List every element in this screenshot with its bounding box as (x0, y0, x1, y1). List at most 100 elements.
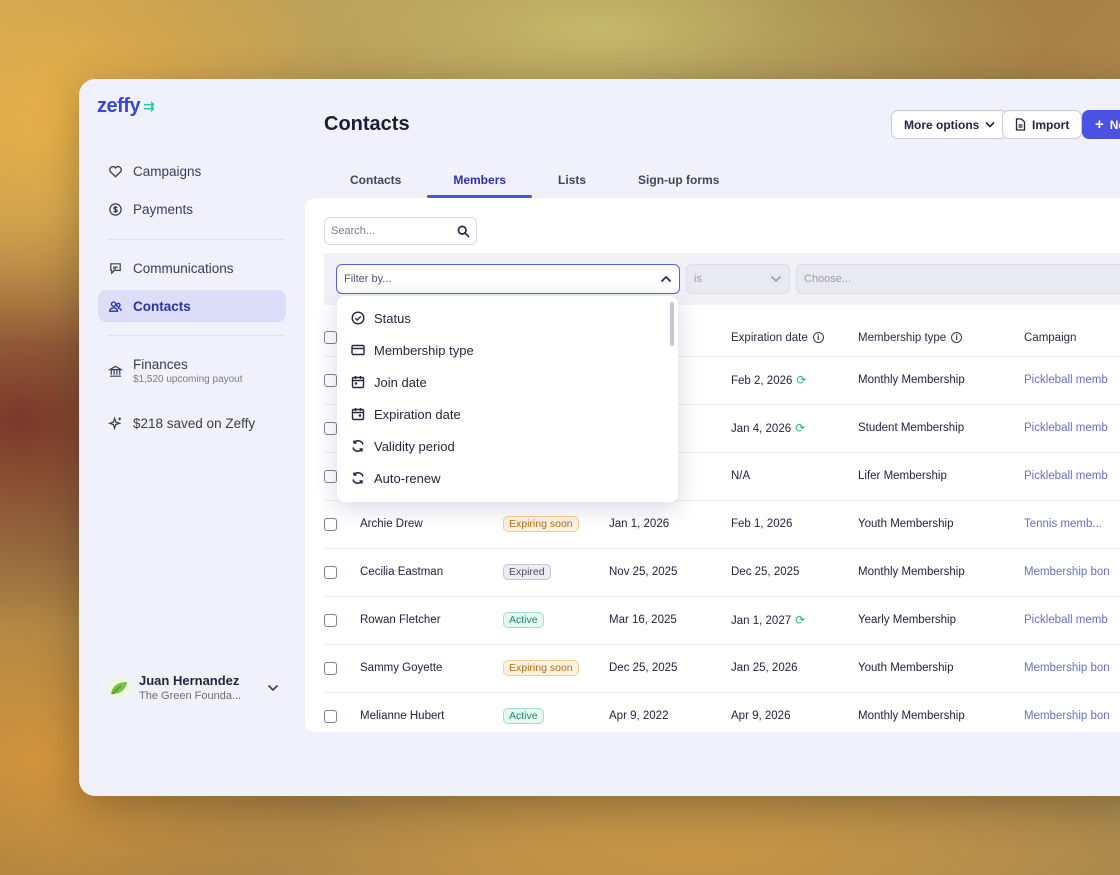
user-menu[interactable]: Juan Hernandez The Green Founda... (107, 673, 279, 702)
member-name[interactable]: Archie Drew (360, 499, 503, 548)
campaign-link[interactable]: Pickleball memb (1024, 422, 1108, 434)
sidebar-item-contacts[interactable]: Contacts (98, 290, 286, 322)
sidebar-divider (108, 239, 284, 240)
table-row[interactable]: Melianne Hubert Active Apr 9, 2022 Apr 9, 2… (324, 691, 1120, 740)
upcoming-payout: $1,520 upcoming payout (133, 374, 243, 385)
expiration-date-text: Jan 25, 2026 (731, 662, 798, 674)
search-icon[interactable] (457, 225, 470, 238)
filter-value-select[interactable]: Choose... (796, 264, 1120, 294)
user-name: Juan Hernandez (139, 673, 240, 688)
membership-type: Youth Membership (858, 499, 1024, 548)
option-label: Auto-renew (374, 470, 441, 486)
info-icon[interactable]: i (951, 332, 963, 344)
campaign-cell: Pickleball memb (1024, 403, 1120, 452)
sidebar-item-communications[interactable]: Communications (98, 252, 286, 284)
tab-sign-up-forms[interactable]: Sign-up forms (612, 161, 745, 198)
row-checkbox[interactable] (324, 469, 337, 483)
table-row[interactable]: Archie Drew Expiring soon Jan 1, 2026 Feb 1… (324, 499, 1120, 548)
dollar-circle-icon (109, 202, 122, 216)
filter-placeholder: Filter by... (344, 273, 392, 285)
campaign-link[interactable]: Tennis memb... (1024, 518, 1102, 530)
filter-operator-select[interactable]: is (686, 264, 790, 294)
sidebar-item-savings[interactable]: $218 saved on Zeffy (98, 407, 286, 439)
sidebar-item-label: Payments (133, 201, 194, 217)
page-title: Contacts (324, 113, 410, 135)
campaign-link[interactable]: Membership bon (1024, 566, 1110, 578)
filter-field-select[interactable]: Filter by... (336, 264, 680, 294)
membership-header[interactable]: Membership type i (858, 320, 1024, 356)
row-checkbox[interactable] (324, 517, 337, 531)
campaign-link[interactable]: Pickleball memb (1024, 374, 1108, 386)
row-checkbox[interactable] (324, 421, 337, 435)
expiration-date-text: N/A (731, 470, 751, 482)
dropdown-scrollbar[interactable] (670, 302, 674, 346)
table-row[interactable]: Cecilia Eastman Expired Nov 25, 2025 Dec 25… (324, 547, 1120, 596)
filter-option-validity-period[interactable]: Validity period (337, 430, 678, 462)
row-checkbox[interactable] (324, 661, 337, 675)
new-button[interactable]: + Ne (1082, 110, 1120, 139)
import-button[interactable]: Import (1002, 110, 1083, 139)
tab-lists[interactable]: Lists (532, 161, 612, 198)
row-checkbox[interactable] (324, 613, 337, 627)
campaign-link[interactable]: Pickleball memb (1024, 614, 1108, 626)
filter-option-membership-type[interactable]: Membership type (337, 334, 678, 366)
campaign-link[interactable]: Membership bon (1024, 662, 1110, 674)
tab-members[interactable]: Members (427, 161, 532, 198)
sidebar-item-label: Contacts (133, 298, 191, 314)
member-name-text: Melianne Hubert (360, 710, 445, 723)
campaign-header[interactable]: Campaign (1024, 320, 1120, 356)
join-date: Mar 16, 2025 (609, 595, 731, 644)
campaign-cell: Tennis memb... (1024, 499, 1120, 548)
search-input[interactable]: Search... (324, 217, 477, 245)
option-label: Status (374, 310, 411, 326)
select-all-checkbox[interactable] (324, 331, 337, 345)
zeffy-logo[interactable]: zeffy ⇉ (97, 95, 155, 118)
join-date-text: Mar 16, 2025 (609, 614, 677, 626)
contacts-icon (108, 300, 122, 312)
table-row[interactable]: Sammy Goyette Expiring soon Dec 25, 2025 Ja… (324, 643, 1120, 692)
expiration-date-text: Apr 9, 2026 (731, 710, 791, 723)
membership-type-text: Student Membership (858, 422, 965, 434)
filter-option-expiration-date[interactable]: Expiration date (337, 398, 678, 430)
filter-option-auto-renew[interactable]: Auto-renew (337, 462, 678, 494)
status-cell: Expiring soon (503, 499, 609, 548)
row-checkbox[interactable] (324, 373, 337, 387)
header-label: Membership type (858, 331, 947, 344)
expiration-header[interactable]: Expiration date i (731, 320, 858, 356)
tab-contacts[interactable]: Contacts (324, 161, 427, 198)
expiration-date: Jan 4, 2026 ⟳ (731, 403, 858, 452)
sidebar-item-finances[interactable]: Finances $1,520 upcoming payout (98, 349, 286, 393)
status-cell: Active (503, 595, 609, 644)
refresh-icon (352, 440, 364, 452)
row-checkbox[interactable] (324, 565, 337, 579)
row-checkbox[interactable] (324, 709, 337, 723)
avatar (107, 675, 131, 700)
more-options-label: More options (904, 117, 980, 132)
status-badge: Expiring soon (503, 660, 579, 676)
table-row[interactable]: Rowan Fletcher Active Mar 16, 2025 Jan 1, 2… (324, 595, 1120, 644)
option-label: Membership type (374, 342, 474, 358)
member-name[interactable]: Melianne Hubert (360, 691, 503, 740)
status-badge: Active (503, 708, 544, 725)
filter-option-status[interactable]: Status (337, 302, 678, 334)
campaign-link[interactable]: Membership bon (1024, 710, 1110, 722)
sidebar-item-campaigns[interactable]: Campaigns (98, 155, 286, 187)
member-name-text: Cecilia Eastman (360, 566, 444, 578)
info-icon[interactable]: i (812, 332, 824, 344)
campaign-link[interactable]: Pickleball memb (1024, 470, 1108, 482)
chevron-down-icon[interactable] (267, 684, 279, 692)
campaign-cell: Pickleball memb (1024, 355, 1120, 404)
campaign-cell: Membership bon (1024, 643, 1120, 692)
value-placeholder: Choose... (804, 273, 852, 285)
sidebar-item-label: Communications (133, 260, 234, 276)
sidebar-item-payments[interactable]: Payments (98, 193, 286, 225)
expiration-date: Dec 25, 2025 (731, 547, 858, 596)
member-name[interactable]: Sammy Goyette (360, 643, 503, 692)
more-options-button[interactable]: More options (891, 110, 1009, 139)
member-name-text: Rowan Fletcher (360, 614, 441, 626)
membership-type-text: Monthly Membership (858, 710, 965, 723)
member-name[interactable]: Rowan Fletcher (360, 595, 503, 644)
member-name[interactable]: Cecilia Eastman (360, 547, 503, 596)
filter-option-join-date[interactable]: Join date (337, 366, 678, 398)
logo-mark-icon: ⇉ (143, 98, 155, 114)
